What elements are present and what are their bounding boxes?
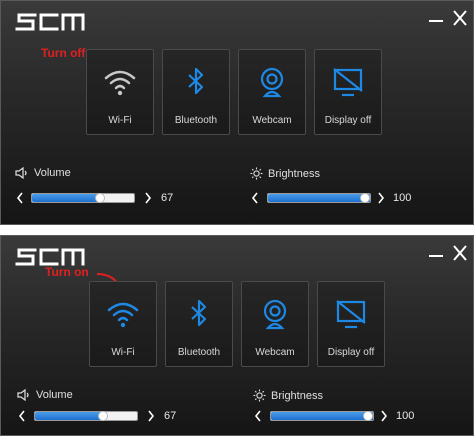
volume-slider-fill <box>35 412 103 420</box>
brightness-slider-thumb[interactable] <box>363 411 373 421</box>
tile-bluetooth[interactable]: Bluetooth <box>165 281 233 367</box>
scm-logo <box>15 13 85 31</box>
volume-label: Volume <box>36 389 73 401</box>
brightness-label-group: Brightness <box>253 389 323 402</box>
display-off-icon <box>333 68 363 97</box>
tile-display-off[interactable]: Display off <box>314 49 382 135</box>
volume-slider-thumb[interactable] <box>98 411 108 421</box>
wifi-icon <box>104 70 136 96</box>
tile-label: Display off <box>327 347 375 358</box>
panel-divider <box>0 225 474 235</box>
minimize-button[interactable] <box>425 7 447 29</box>
tile-label: Bluetooth <box>174 115 218 126</box>
brightness-increase-chevron-right-icon[interactable] <box>376 191 386 205</box>
annotation-label: Turn on <box>45 265 89 279</box>
speaker-icon <box>17 389 29 401</box>
brightness-slider-thumb[interactable] <box>360 193 370 203</box>
brightness-label-group: Brightness <box>250 167 320 180</box>
tile-webcam[interactable]: Webcam <box>238 49 306 135</box>
volume-value: 67 <box>161 192 174 204</box>
tile-label: Bluetooth <box>177 347 221 358</box>
close-button[interactable] <box>449 242 471 264</box>
webcam-icon <box>263 299 287 330</box>
brightness-slider-fill <box>271 412 373 420</box>
tile-label: Webcam <box>252 115 292 126</box>
volume-label-group: Volume <box>17 389 73 401</box>
bluetooth-icon <box>191 299 207 327</box>
volume-increase-chevron-right-icon[interactable] <box>143 191 153 205</box>
brightness-icon <box>253 389 266 402</box>
volume-decrease-chevron-left-icon[interactable] <box>17 409 27 423</box>
volume-slider[interactable] <box>31 193 135 203</box>
control-panel-wifi-on: Turn on Wi-Fi Bluetooth Webcam Display o… <box>0 235 474 436</box>
brightness-decrease-chevron-left-icon[interactable] <box>253 409 263 423</box>
brightness-icon <box>250 167 263 180</box>
annotation-label: Turn off <box>41 46 86 60</box>
brightness-label: Brightness <box>271 389 323 402</box>
tile-label: Wi-Fi <box>108 115 132 126</box>
tile-display-off[interactable]: Display off <box>317 281 385 367</box>
volume-slider[interactable] <box>34 411 138 421</box>
tile-label: Wi-Fi <box>111 347 135 358</box>
volume-slider-fill <box>32 194 100 202</box>
brightness-label: Brightness <box>268 167 320 180</box>
volume-increase-chevron-right-icon[interactable] <box>146 409 156 423</box>
volume-decrease-chevron-left-icon[interactable] <box>15 191 25 205</box>
volume-label: Volume <box>34 167 71 179</box>
volume-value: 67 <box>164 410 177 422</box>
tile-webcam[interactable]: Webcam <box>241 281 309 367</box>
volume-slider-thumb[interactable] <box>95 193 105 203</box>
tile-label: Webcam <box>255 347 295 358</box>
control-panel-wifi-off: Turn off Wi-Fi Bluetooth Webcam Display … <box>0 0 474 225</box>
tile-wifi[interactable]: Wi-Fi <box>86 49 154 135</box>
close-button[interactable] <box>449 7 471 29</box>
brightness-slider-fill <box>268 194 370 202</box>
bluetooth-icon <box>188 67 204 95</box>
speaker-icon <box>15 167 27 179</box>
minimize-button[interactable] <box>425 242 447 264</box>
brightness-slider[interactable] <box>267 193 371 203</box>
volume-label-group: Volume <box>15 167 71 179</box>
brightness-value: 100 <box>396 410 415 422</box>
brightness-slider[interactable] <box>270 411 374 421</box>
tile-bluetooth[interactable]: Bluetooth <box>162 49 230 135</box>
display-off-icon <box>336 300 366 329</box>
webcam-icon <box>260 67 284 98</box>
tile-wifi[interactable]: Wi-Fi <box>89 281 157 367</box>
brightness-value: 100 <box>393 192 412 204</box>
tile-label: Display off <box>324 115 372 126</box>
brightness-decrease-chevron-left-icon[interactable] <box>250 191 260 205</box>
wifi-icon <box>107 302 139 328</box>
brightness-increase-chevron-right-icon[interactable] <box>379 409 389 423</box>
